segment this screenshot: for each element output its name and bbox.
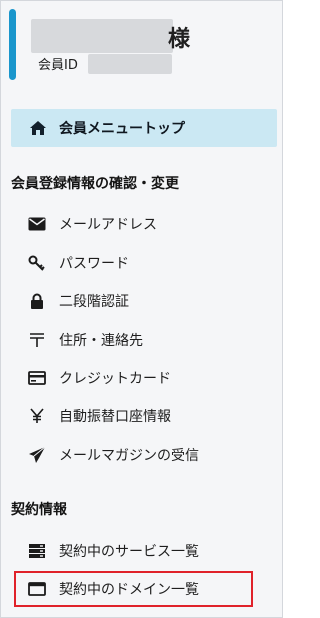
honorific: 様 xyxy=(168,27,191,52)
postal-mark-icon xyxy=(27,330,47,350)
menu-item-label: 契約中のサービス一覧 xyxy=(59,544,199,560)
member-id-label: 会員ID xyxy=(38,58,78,73)
menu-item-label: 契約中のドメイン一覧 xyxy=(59,582,199,598)
menu-top-label: 会員メニュートップ xyxy=(59,121,185,137)
menu-item-label: メールマガジンの受信 xyxy=(59,448,199,464)
menu-item-password[interactable]: パスワード xyxy=(27,251,267,275)
menu-item-domain-list[interactable]: 契約中のドメイン一覧 xyxy=(27,577,267,601)
menu-item-label: 自動振替口座情報 xyxy=(59,409,171,425)
user-name-redacted xyxy=(31,19,173,53)
menu-item-label: 住所・連絡先 xyxy=(59,333,143,349)
member-menu-panel: 様 会員ID 会員メニュートップ 会員登録情報の確認・変更 メールアドレス パス… xyxy=(0,0,283,618)
menu-item-label: パスワード xyxy=(59,256,129,272)
key-icon xyxy=(27,253,47,273)
menu-item-label: 二段階認証 xyxy=(59,294,129,310)
envelope-icon xyxy=(27,214,47,234)
menu-item-address[interactable]: 住所・連絡先 xyxy=(27,328,267,352)
menu-item-newsletter[interactable]: メールマガジンの受信 xyxy=(27,443,267,467)
menu-item-bank-transfer[interactable]: 自動振替口座情報 xyxy=(27,404,267,428)
member-id-redacted xyxy=(88,54,172,74)
accent-bar xyxy=(9,9,16,80)
paper-plane-icon xyxy=(27,445,47,465)
window-icon xyxy=(27,579,47,599)
menu-top-link[interactable]: 会員メニュートップ xyxy=(11,109,277,147)
menu-item-service-list[interactable]: 契約中のサービス一覧 xyxy=(27,539,267,563)
yen-icon xyxy=(27,406,47,426)
server-icon xyxy=(27,541,47,561)
credit-card-icon xyxy=(27,368,47,388)
home-icon xyxy=(29,119,47,137)
section-title-contract: 契約情報 xyxy=(11,502,67,518)
menu-item-label: クレジットカード xyxy=(59,371,171,387)
menu-item-two-factor[interactable]: 二段階認証 xyxy=(27,289,267,313)
user-info: 様 会員ID xyxy=(9,9,269,81)
menu-item-credit-card[interactable]: クレジットカード xyxy=(27,366,267,390)
menu-item-label: メールアドレス xyxy=(59,217,157,233)
menu-item-email[interactable]: メールアドレス xyxy=(27,212,267,236)
section-title-registration: 会員登録情報の確認・変更 xyxy=(11,176,179,192)
lock-icon xyxy=(27,291,47,311)
